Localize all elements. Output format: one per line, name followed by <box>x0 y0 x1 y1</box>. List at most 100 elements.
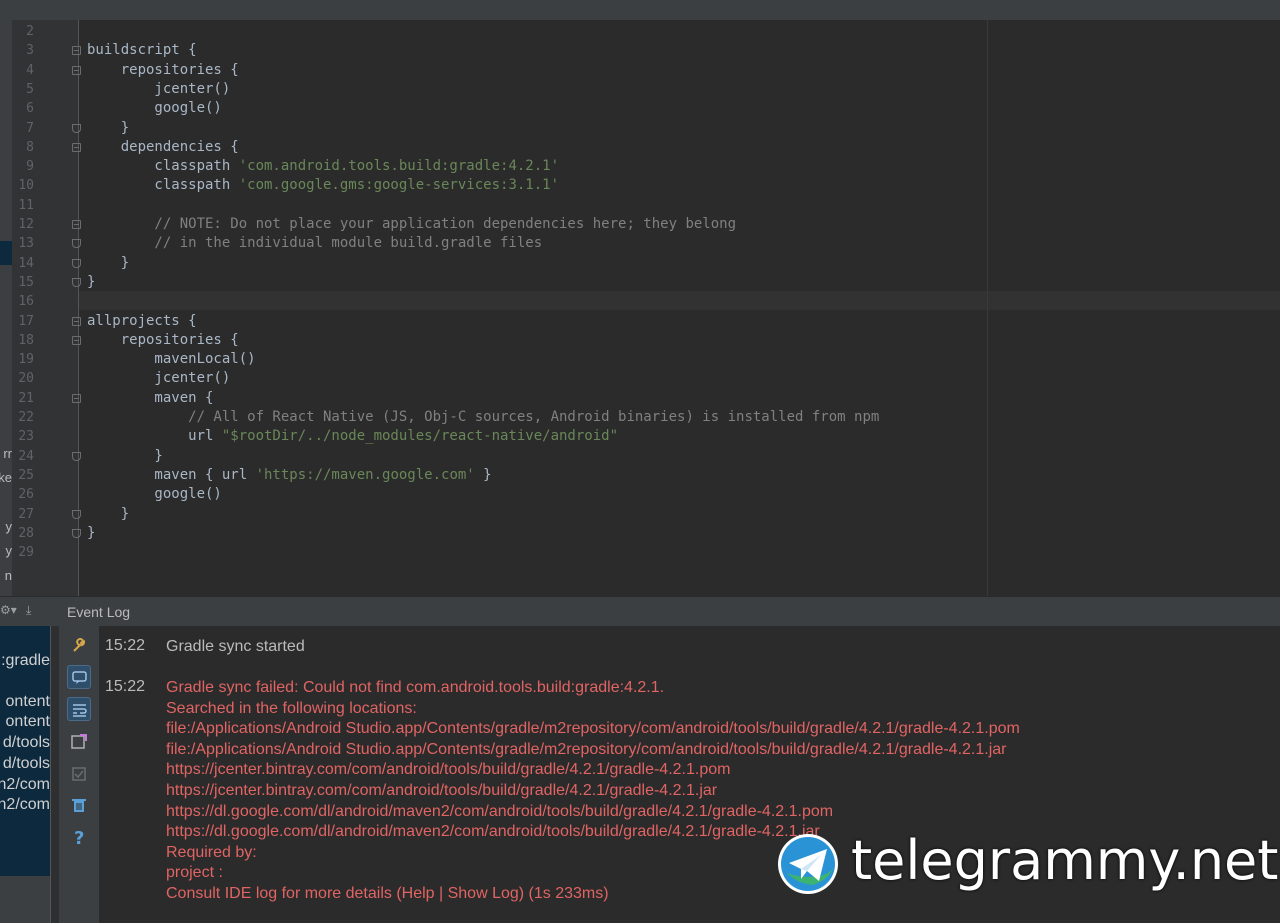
fold-end-icon[interactable] <box>72 451 81 461</box>
project-tool-window-edge[interactable]: rr ke y y n <box>0 20 12 596</box>
fold-expand-icon[interactable] <box>72 316 81 326</box>
code-line: mavenLocal() <box>87 350 256 369</box>
toggle-soft-wraps-icon[interactable] <box>67 697 91 721</box>
code-line: google() <box>87 485 222 504</box>
code-token: } <box>87 505 130 522</box>
fold-end-icon[interactable] <box>72 509 81 519</box>
line-number: 17 <box>18 313 34 329</box>
code-editor[interactable]: 2 3 4 5 6 7 8 9 10 11 12 13 14 15 16 17 18 19 20 21 22 23 24 25… <box>12 20 1280 596</box>
line-number: 18 <box>18 332 34 348</box>
tree-text-fragment: y <box>5 519 13 534</box>
code-token: dependencies { <box>87 138 239 155</box>
mark-all-read-icon[interactable] <box>67 730 91 754</box>
panel-splitter[interactable] <box>50 626 59 923</box>
fold-expand-icon[interactable] <box>72 65 81 75</box>
help-question-icon[interactable]: ? <box>67 825 91 849</box>
code-token: url <box>87 428 222 445</box>
code-token: } <box>87 447 163 464</box>
code-token: } <box>87 273 96 290</box>
line-number: 28 <box>18 525 34 541</box>
log-line: https://jcenter.bintray.com/com/android/… <box>166 781 718 799</box>
line-number: 20 <box>18 371 34 387</box>
tree-text-fragment: y <box>5 543 13 558</box>
string-literal: 'com.google.gms:google-services:3.1.1' <box>238 177 560 194</box>
code-token: google() <box>87 486 222 503</box>
selected-tree-row <box>0 241 12 265</box>
tree-text-fragment: rr <box>3 446 12 461</box>
code-token: google() <box>87 100 222 117</box>
project-panel-edge[interactable]: :gradle ontent ontent d/tools d/tools n2… <box>0 626 50 923</box>
line-number: 10 <box>18 178 34 194</box>
line-number: 23 <box>18 429 34 445</box>
header-tool-buttons[interactable]: ⚙▾ ⤓ <box>0 597 56 627</box>
line-number: 4 <box>26 62 34 78</box>
settings-gear-icon[interactable]: ⚙▾ <box>0 603 17 617</box>
code-token: buildscript { <box>87 42 197 59</box>
line-number: 15 <box>18 274 34 290</box>
event-log-toolbar: ? <box>59 626 99 923</box>
line-number: 11 <box>18 197 34 213</box>
log-timestamp: 15:22 <box>105 637 146 654</box>
trash-icon[interactable] <box>67 793 91 817</box>
code-comment: // All of React Native (JS, Obj-C source… <box>87 409 880 425</box>
code-line: } <box>87 254 129 273</box>
code-line: jcenter() <box>87 80 230 99</box>
balloon-notification-icon[interactable] <box>67 665 91 689</box>
fold-end-icon[interactable] <box>72 123 81 133</box>
code-line: google() <box>87 99 222 118</box>
string-literal: "$rootDir/../node_modules/react-native/a… <box>221 428 619 445</box>
top-tab-strip <box>0 0 1280 21</box>
code-line: // All of React Native (JS, Obj-C source… <box>87 408 879 427</box>
log-line: Searched in the following locations: <box>166 699 417 717</box>
fold-end-icon[interactable] <box>72 277 81 287</box>
tree-text-fragment: ontent <box>5 713 50 730</box>
tree-text-fragment: d/tools <box>2 755 50 772</box>
code-line: // in the individual module build.gradle… <box>87 234 542 253</box>
fold-expand-icon[interactable] <box>72 142 81 152</box>
code-line: repositories { <box>87 61 239 80</box>
code-token: mavenLocal() <box>87 351 256 368</box>
line-number: 27 <box>18 506 34 522</box>
log-message: Gradle sync started <box>166 637 1276 657</box>
fold-end-icon[interactable] <box>72 258 81 268</box>
code-line: repositories { <box>87 331 239 350</box>
code-line: } <box>87 505 129 524</box>
code-line: buildscript { <box>87 41 197 60</box>
log-line: file:/Applications/Android Studio.app/Co… <box>166 720 1020 738</box>
log-line: https://jcenter.bintray.com/com/android/… <box>166 761 731 779</box>
svg-text:?: ? <box>74 829 84 845</box>
fold-end-icon[interactable] <box>72 239 81 249</box>
code-token: classpath <box>87 177 239 194</box>
fold-expand-icon[interactable] <box>72 393 81 403</box>
log-line: https://dl.google.com/dl/android/maven2/… <box>166 802 834 820</box>
code-line: allprojects { <box>87 312 197 331</box>
fold-end-icon[interactable] <box>72 528 81 538</box>
checkbox-icon[interactable] <box>67 762 91 786</box>
log-line: Gradle sync failed: Could not find com.a… <box>166 679 665 696</box>
code-line: classpath 'com.android.tools.build:gradl… <box>87 157 559 176</box>
current-line-highlight <box>79 291 1280 310</box>
fold-expand-icon[interactable] <box>72 220 81 229</box>
fold-expand-icon[interactable] <box>72 46 81 56</box>
line-number: 7 <box>26 120 34 136</box>
log-line: Gradle sync started <box>166 638 305 655</box>
fold-expand-icon[interactable] <box>72 335 81 345</box>
code-token: repositories { <box>87 61 239 78</box>
string-literal: 'com.android.tools.build:gradle:4.2.1' <box>238 158 560 175</box>
hide-panel-icon[interactable]: ⤓ <box>26 603 31 618</box>
code-comment: // in the individual module build.gradle… <box>87 235 543 252</box>
line-number: 3 <box>26 43 34 59</box>
code-token: classpath <box>87 158 239 175</box>
code-line: jcenter() <box>87 369 230 388</box>
settings-wrench-icon[interactable] <box>67 634 91 658</box>
tree-text-fragment: d/tools <box>2 734 50 751</box>
code-token: jcenter() <box>87 370 231 387</box>
line-number: 16 <box>18 294 34 310</box>
code-line: url "$rootDir/../node_modules/react-nati… <box>87 427 618 446</box>
telegram-globe-icon <box>777 833 839 895</box>
tree-text-fragment: n2/com <box>0 776 50 793</box>
code-line: maven { <box>87 389 213 408</box>
line-number: 22 <box>18 410 34 425</box>
code-line: classpath 'com.google.gms:google-service… <box>87 176 559 195</box>
string-literal: 'https://maven.google.com' <box>255 466 475 483</box>
